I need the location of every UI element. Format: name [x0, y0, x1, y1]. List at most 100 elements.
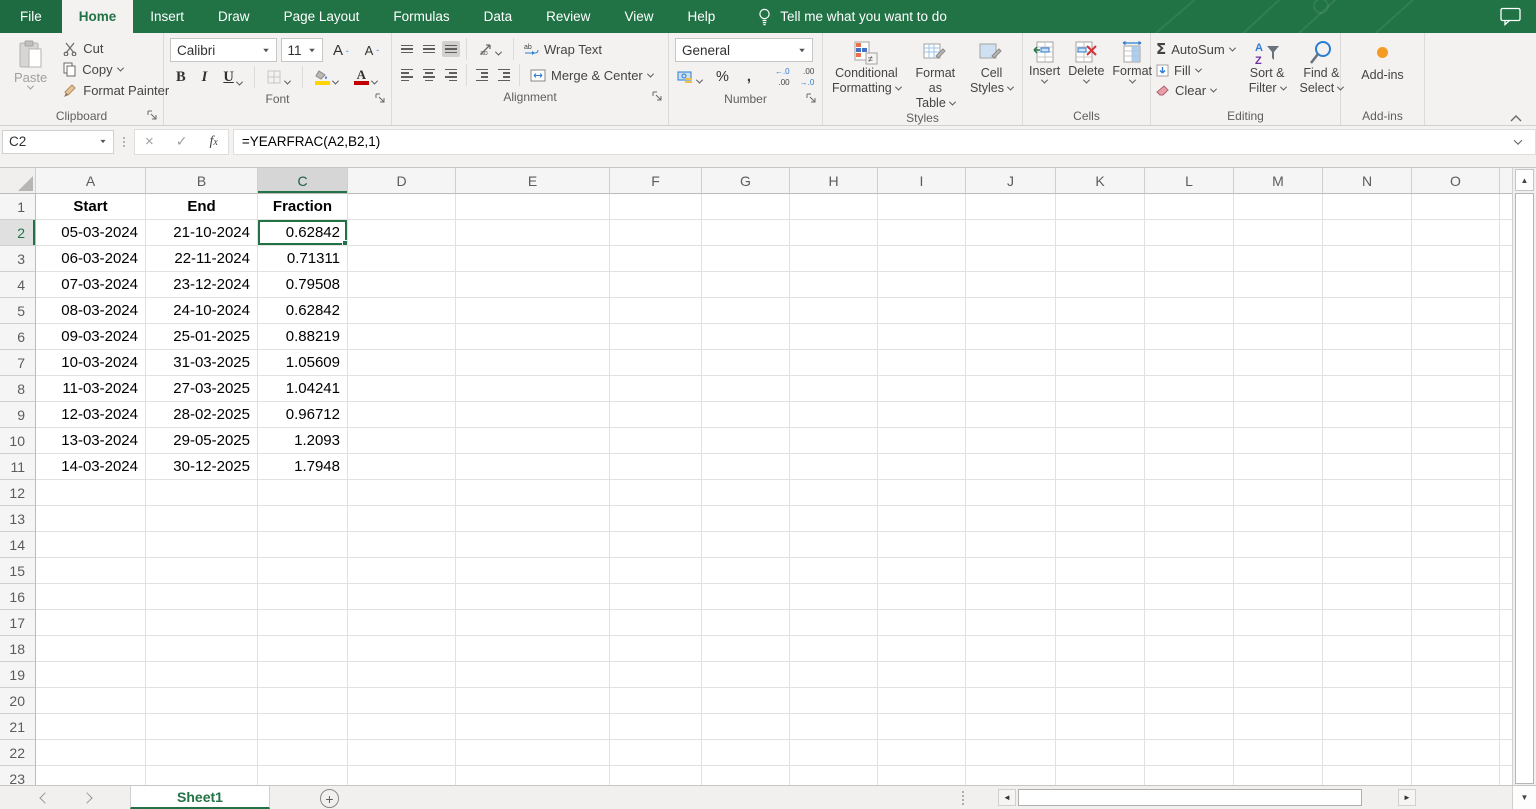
cell-O12[interactable] [1412, 480, 1500, 506]
cell-F15[interactable] [610, 558, 702, 584]
cell-F10[interactable] [610, 428, 702, 454]
cell-G4[interactable] [702, 272, 790, 298]
cell-O2[interactable] [1412, 220, 1500, 246]
row-header-1[interactable]: 1 [0, 194, 36, 220]
cell-K10[interactable] [1056, 428, 1145, 454]
increase-decimal-button[interactable]: ←.0 .00 [773, 68, 792, 87]
accounting-format-button[interactable] [675, 69, 704, 85]
cell-D16[interactable] [348, 584, 456, 610]
row-header-11[interactable]: 11 [0, 454, 36, 480]
cell-H13[interactable] [790, 506, 878, 532]
cell-J20[interactable] [966, 688, 1056, 714]
cell-C17[interactable] [258, 610, 348, 636]
cell-K17[interactable] [1056, 610, 1145, 636]
row-header-6[interactable]: 6 [0, 324, 36, 350]
cell-O9[interactable] [1412, 402, 1500, 428]
cell-H15[interactable] [790, 558, 878, 584]
cell-B18[interactable] [146, 636, 258, 662]
number-dialog-launcher[interactable] [806, 93, 817, 104]
cell-E17[interactable] [456, 610, 610, 636]
font-name-combo[interactable]: Calibri [170, 38, 277, 62]
cell-N20[interactable] [1323, 688, 1412, 714]
column-header-G[interactable]: G [702, 168, 790, 194]
cell-O17[interactable] [1412, 610, 1500, 636]
menu-tab-page-layout[interactable]: Page Layout [267, 0, 377, 33]
cell-A8[interactable]: 11-03-2024 [36, 376, 146, 402]
cell-L7[interactable] [1145, 350, 1234, 376]
cell-H4[interactable] [790, 272, 878, 298]
expand-formula-bar-icon[interactable] [1514, 136, 1522, 144]
cell-A12[interactable] [36, 480, 146, 506]
font-size-combo[interactable]: 11 [281, 38, 323, 62]
cell-L2[interactable] [1145, 220, 1234, 246]
cell-I14[interactable] [878, 532, 966, 558]
cell-B11[interactable]: 30-12-2025 [146, 454, 258, 480]
cell-J5[interactable] [966, 298, 1056, 324]
cell-L23[interactable] [1145, 766, 1234, 785]
cell-I18[interactable] [878, 636, 966, 662]
cell-I11[interactable] [878, 454, 966, 480]
cell-O23[interactable] [1412, 766, 1500, 785]
cell-J9[interactable] [966, 402, 1056, 428]
cell-C18[interactable] [258, 636, 348, 662]
cell-D7[interactable] [348, 350, 456, 376]
new-sheet-button[interactable]: + [320, 789, 339, 808]
cell-D21[interactable] [348, 714, 456, 740]
cell-A1[interactable]: Start [36, 194, 146, 220]
cell-A6[interactable]: 09-03-2024 [36, 324, 146, 350]
cell-E13[interactable] [456, 506, 610, 532]
cell-O18[interactable] [1412, 636, 1500, 662]
cell-G13[interactable] [702, 506, 790, 532]
cell-F3[interactable] [610, 246, 702, 272]
merge-center-button[interactable]: Merge & Center [526, 66, 657, 85]
cell-F18[interactable] [610, 636, 702, 662]
format-cells-button[interactable]: Format [1108, 37, 1156, 84]
cell-B9[interactable]: 28-02-2025 [146, 402, 258, 428]
cell-J23[interactable] [966, 766, 1056, 785]
font-color-button[interactable]: A [348, 68, 383, 86]
cell-E7[interactable] [456, 350, 610, 376]
cell-K9[interactable] [1056, 402, 1145, 428]
cell-M4[interactable] [1234, 272, 1323, 298]
cell-O5[interactable] [1412, 298, 1500, 324]
column-header-L[interactable]: L [1145, 168, 1234, 194]
cell-O19[interactable] [1412, 662, 1500, 688]
cell-K13[interactable] [1056, 506, 1145, 532]
cell-I17[interactable] [878, 610, 966, 636]
cell-E14[interactable] [456, 532, 610, 558]
cell-M20[interactable] [1234, 688, 1323, 714]
cell-G14[interactable] [702, 532, 790, 558]
cell-K3[interactable] [1056, 246, 1145, 272]
cell-I21[interactable] [878, 714, 966, 740]
cell-C7[interactable]: 1.05609 [258, 350, 348, 376]
row-header-22[interactable]: 22 [0, 740, 36, 766]
cell-L16[interactable] [1145, 584, 1234, 610]
cell-I12[interactable] [878, 480, 966, 506]
menu-tab-formulas[interactable]: Formulas [376, 0, 466, 33]
tell-me-box[interactable]: Tell me what you want to do [758, 0, 947, 33]
cell-N15[interactable] [1323, 558, 1412, 584]
cell-L13[interactable] [1145, 506, 1234, 532]
column-header-D[interactable]: D [348, 168, 456, 194]
paste-button[interactable]: Paste [8, 37, 53, 91]
clipboard-dialog-launcher[interactable] [147, 110, 158, 121]
cell-A18[interactable] [36, 636, 146, 662]
cell-L5[interactable] [1145, 298, 1234, 324]
cell-A2[interactable]: 05-03-2024 [36, 220, 146, 246]
font-dialog-launcher[interactable] [375, 93, 386, 104]
cell-I22[interactable] [878, 740, 966, 766]
cell-G17[interactable] [702, 610, 790, 636]
cell-A7[interactable]: 10-03-2024 [36, 350, 146, 376]
cell-D11[interactable] [348, 454, 456, 480]
cell-E16[interactable] [456, 584, 610, 610]
cell-F23[interactable] [610, 766, 702, 785]
cell-L15[interactable] [1145, 558, 1234, 584]
column-header-B[interactable]: B [146, 168, 258, 194]
cell-E2[interactable] [456, 220, 610, 246]
cell-H21[interactable] [790, 714, 878, 740]
cell-N12[interactable] [1323, 480, 1412, 506]
cell-H17[interactable] [790, 610, 878, 636]
align-left-button[interactable] [398, 65, 416, 85]
cell-L9[interactable] [1145, 402, 1234, 428]
cell-M5[interactable] [1234, 298, 1323, 324]
